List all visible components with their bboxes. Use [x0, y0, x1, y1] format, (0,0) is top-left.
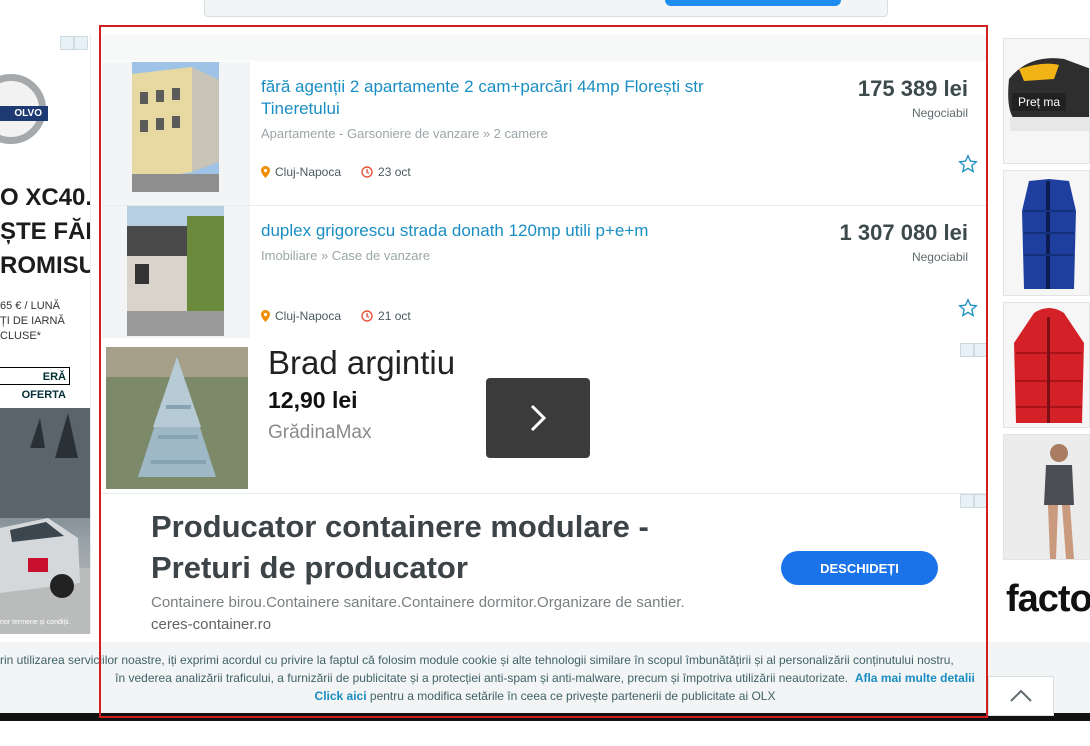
- clock-icon: [361, 310, 373, 322]
- ad-product-brand: GrădinaMax: [268, 422, 372, 443]
- left-ad-logo-text: OLVO: [0, 106, 48, 121]
- left-ad-sub-3: CLUSE*: [0, 330, 41, 342]
- listing-location: Cluj-Napoca: [275, 165, 342, 179]
- left-ad-fine-print: nor termene și condiții.: [0, 619, 71, 626]
- cookie-text-line-3-body: pentru a modifica setările în ceea ce pr…: [369, 689, 776, 703]
- results-strip: [102, 35, 988, 61]
- footer-bar: [0, 713, 1090, 721]
- ad-text-title[interactable]: Producator containere modulare - Preturi…: [151, 506, 711, 588]
- spruce-tree-photo-icon: [106, 347, 248, 489]
- search-button-fragment[interactable]: [665, 0, 841, 6]
- vest-icon: [1022, 179, 1076, 289]
- right-ad-product-jacket[interactable]: [1003, 302, 1090, 428]
- right-banner-ad[interactable]: Preț ma facto: [1000, 36, 1090, 636]
- left-ad-headline-2: ȘTE FĂRĂ: [0, 218, 90, 245]
- scroll-to-top-button[interactable]: [988, 676, 1054, 716]
- listing-row[interactable]: duplex grigorescu strada donath 120mp ut…: [102, 206, 988, 350]
- clock-icon: [361, 166, 373, 178]
- jacket-icon: [1014, 308, 1084, 423]
- cookie-more-details-link[interactable]: Afla mai multe detalii: [855, 671, 975, 685]
- listing-meta: Cluj-Napoca 21 oct: [261, 309, 431, 323]
- listing-row[interactable]: fără agenții 2 apartamente 2 cam+parcări…: [102, 62, 988, 206]
- left-ad-headline-1: O XC40.: [0, 184, 91, 211]
- listing-category: Apartamente - Garsoniere de vanzare » 2 …: [261, 126, 548, 141]
- cookie-text-line-2-body: în vederea analizării traficului, a furn…: [115, 671, 849, 685]
- listing-date: 21 oct: [378, 309, 411, 323]
- listing-negotiable: Negociabil: [911, 106, 968, 120]
- text-ad[interactable]: Producator containere modulare - Preturi…: [102, 494, 988, 642]
- ad-open-button[interactable]: DESCHIDEȚI: [781, 551, 938, 585]
- ad-text-url[interactable]: ceres-container.ro: [151, 616, 271, 633]
- right-ad-product-model[interactable]: [1003, 434, 1090, 560]
- location-pin-icon: [261, 166, 270, 178]
- left-ad-sub-1: 65 € / LUNĂ: [0, 300, 60, 312]
- model-photo-icon: [1004, 435, 1089, 559]
- ad-product-price: 12,90 lei: [268, 387, 358, 413]
- product-ad[interactable]: Brad argintiu 12,90 lei GrădinaMax: [102, 338, 988, 494]
- right-ad-price-tag: Preț ma: [1012, 93, 1067, 111]
- top-search-bar-fragment: [204, 0, 888, 17]
- location-pin-icon: [261, 310, 270, 322]
- cookie-click-here-link[interactable]: Click aici: [315, 689, 367, 703]
- right-ad-brand-logo: facto: [1006, 578, 1090, 620]
- modern-house-photo-icon: [127, 206, 224, 336]
- car-photo: nor termene și condiții.: [0, 408, 90, 634]
- favorite-star-icon[interactable]: [958, 298, 978, 318]
- right-ad-product-vest[interactable]: [1003, 170, 1090, 296]
- ad-choices-icon[interactable]: [960, 343, 988, 357]
- chevron-right-icon: [530, 404, 547, 432]
- listing-title-link[interactable]: fără agenții 2 apartamente 2 cam+parcări…: [261, 76, 761, 120]
- cookie-banner: rin utilizarea serviciilor noastre, iți …: [0, 642, 1090, 713]
- listing-thumbnail[interactable]: [102, 206, 250, 349]
- apartment-building-photo-icon: [132, 62, 219, 192]
- listing-negotiable: Negociabil: [911, 250, 968, 264]
- listing-location: Cluj-Napoca: [275, 309, 342, 323]
- chevron-up-icon: [1010, 689, 1032, 702]
- cookie-text-line-1: rin utilizarea serviciilor noastre, iți …: [0, 653, 954, 667]
- cookie-text-line-3: Click aici pentru a modifica setările în…: [0, 686, 1090, 706]
- left-ad-headline-3: ROMISURI: [0, 252, 90, 279]
- ad-text-description: Containere birou.Containere sanitare.Con…: [151, 594, 685, 611]
- ad-next-button[interactable]: [486, 378, 590, 458]
- favorite-star-icon[interactable]: [958, 154, 978, 174]
- ad-choices-icon[interactable]: [960, 494, 988, 508]
- right-ad-product-sneaker[interactable]: Preț ma: [1003, 38, 1090, 164]
- left-banner-ad[interactable]: OLVO O XC40. ȘTE FĂRĂ ROMISURI 65 € / LU…: [0, 34, 91, 634]
- ad-product-title[interactable]: Brad argintiu: [268, 344, 455, 382]
- listing-thumbnail[interactable]: [102, 62, 250, 205]
- listing-date: 23 oct: [378, 165, 411, 179]
- left-ad-cta-button[interactable]: ERĂ OFERTA: [0, 367, 70, 401]
- listing-category: Imobiliare » Case de vanzare: [261, 248, 431, 263]
- ad-choices-icon[interactable]: [60, 36, 88, 50]
- listing-price: 1 307 080 lei: [839, 220, 968, 245]
- cookie-text-line-2: în vederea analizării traficului, a furn…: [0, 668, 1090, 688]
- car-illustration-icon: [0, 408, 90, 634]
- listing-meta: Cluj-Napoca 23 oct: [261, 165, 431, 179]
- listing-title-link[interactable]: duplex grigorescu strada donath 120mp ut…: [261, 220, 761, 242]
- left-ad-sub-2: ȚI DE IARNĂ: [0, 315, 65, 327]
- listing-price: 175 389 lei: [857, 76, 968, 101]
